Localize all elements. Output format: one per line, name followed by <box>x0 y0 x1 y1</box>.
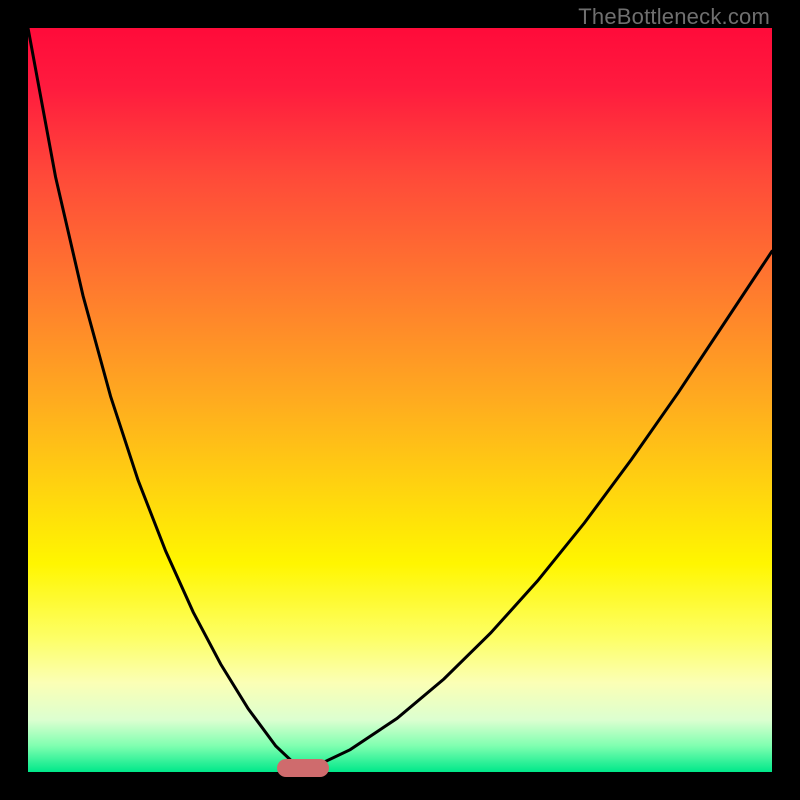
plot-svg <box>28 28 772 772</box>
gradient-rect <box>28 28 772 772</box>
minimum-marker <box>277 759 329 777</box>
plot-frame <box>28 28 772 772</box>
watermark-text: TheBottleneck.com <box>578 4 770 30</box>
